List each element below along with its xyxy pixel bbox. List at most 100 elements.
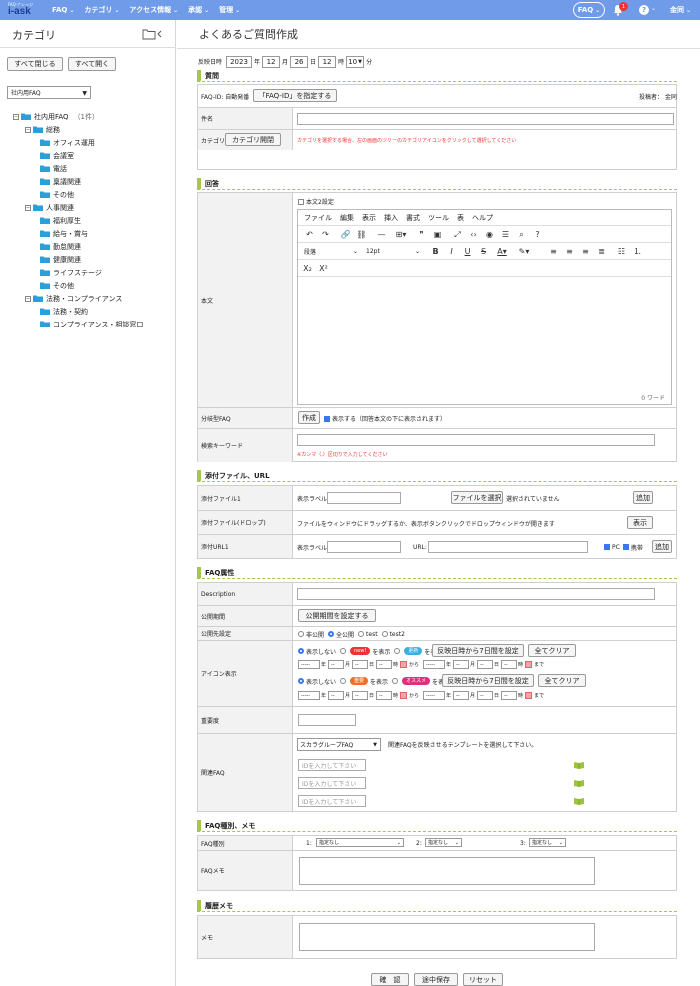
radio-test2[interactable] xyxy=(381,631,388,637)
date-part-select[interactable]: ----- xyxy=(298,691,320,700)
minute-select[interactable]: 10 ▼ xyxy=(346,55,365,68)
show-drop-button[interactable]: 表示 xyxy=(627,516,653,529)
menu-view[interactable]: 表示 xyxy=(362,213,376,223)
menu-tools[interactable]: ツール xyxy=(428,213,449,223)
related-id-input-2[interactable]: IDを入力して下さい xyxy=(298,777,366,789)
radio-test[interactable] xyxy=(358,631,365,637)
folder-icon[interactable] xyxy=(33,204,43,211)
tree-item[interactable]: その他 xyxy=(40,189,74,200)
subscript-icon[interactable]: X₂ xyxy=(302,263,313,274)
nav-faq[interactable]: FAQ ⌄ xyxy=(52,0,80,20)
calendar-icon[interactable] xyxy=(525,661,532,668)
nav-admin[interactable]: 管理 ⌄ xyxy=(219,0,246,20)
date-part-select[interactable]: -- xyxy=(501,691,517,700)
icon1-hide-radio[interactable] xyxy=(298,648,304,654)
icon2-important-radio[interactable] xyxy=(340,678,347,684)
highlight-icon[interactable]: ✎▾ xyxy=(516,246,532,257)
folder-icon[interactable] xyxy=(40,191,50,198)
icon2-recommend-radio[interactable] xyxy=(392,678,399,684)
icon1-new-radio[interactable] xyxy=(340,648,347,654)
tree-item[interactable]: ライフステージ xyxy=(40,267,102,278)
folder-icon[interactable] xyxy=(40,321,50,327)
pc-checkbox[interactable] xyxy=(604,544,610,550)
set-period-button[interactable]: 公開期間を設定する xyxy=(298,609,376,622)
folder-icon[interactable] xyxy=(40,243,50,250)
specify-faqid-button[interactable]: 「FAQ-ID」を指定する xyxy=(253,89,337,102)
folder-icon[interactable] xyxy=(40,269,50,276)
tree-item[interactable]: 稟議関連 xyxy=(40,176,81,187)
confirm-button[interactable]: 確 認 xyxy=(371,973,409,986)
clear-all-button-2[interactable]: 全てクリア xyxy=(538,674,586,687)
radio-public[interactable] xyxy=(328,631,335,637)
calendar-icon[interactable] xyxy=(400,692,407,699)
align-justify-icon[interactable]: ≣ xyxy=(596,246,607,257)
date-part-select[interactable]: -- xyxy=(376,660,392,669)
body2-checkbox[interactable] xyxy=(298,198,304,205)
undo-icon[interactable]: ↶ xyxy=(304,229,315,240)
align-center-icon[interactable]: ≡ xyxy=(564,246,575,257)
code-icon[interactable]: ‹› xyxy=(468,229,479,240)
tree-item[interactable]: 電話 xyxy=(40,163,67,174)
tree-item[interactable]: 会議室 xyxy=(40,150,74,161)
tree-item[interactable]: 健康関連 xyxy=(40,254,81,265)
nav-access[interactable]: アクセス情報 ⌄ xyxy=(129,0,184,20)
date-part-select[interactable]: -- xyxy=(376,691,392,700)
date-part-select[interactable]: -- xyxy=(453,660,469,669)
branch-display-checkbox[interactable] xyxy=(324,415,330,422)
book-icon[interactable] xyxy=(574,779,584,787)
blockquote-icon[interactable]: ❞ xyxy=(416,229,427,240)
tree-item[interactable]: 勤怠関連 xyxy=(40,241,81,252)
date-part-select[interactable]: -- xyxy=(477,691,493,700)
underline-icon[interactable]: U xyxy=(462,246,473,257)
icon1-updated-radio[interactable] xyxy=(394,648,401,654)
horizontal-rule-icon[interactable]: — xyxy=(376,229,387,240)
link-icon[interactable]: 🔗 xyxy=(340,229,351,240)
nav-approval[interactable]: 承認 ⌄ xyxy=(188,0,215,20)
folder-icon[interactable] xyxy=(40,139,50,146)
file1-label-input[interactable] xyxy=(327,492,401,504)
user-menu[interactable]: 金同 ⌄ xyxy=(670,5,691,15)
tree-item[interactable]: 給与・賞与 xyxy=(40,228,88,239)
url1-label-input[interactable] xyxy=(327,541,401,553)
tree-item[interactable]: 福利厚生 xyxy=(40,215,81,226)
tree-item[interactable]: オフィス運用 xyxy=(40,137,95,148)
folder-icon[interactable] xyxy=(40,256,50,263)
kind3-select[interactable]: 指定なし ⌄ xyxy=(529,838,566,847)
date-part-select[interactable]: ----- xyxy=(423,691,445,700)
table-icon[interactable]: ⊞▾ xyxy=(392,229,410,240)
bold-icon[interactable]: B xyxy=(430,246,441,257)
menu-table[interactable]: 表 xyxy=(457,213,464,223)
faq-select[interactable]: 社内用FAQ ▼ xyxy=(7,86,91,99)
month-input[interactable]: 12 xyxy=(262,55,281,68)
menu-format[interactable]: 書式 xyxy=(406,213,420,223)
related-id-input-3[interactable]: IDを入力して下さい xyxy=(298,795,366,807)
choose-file-button[interactable]: ファイルを選択 xyxy=(451,491,503,504)
align-right-icon[interactable]: ≡ xyxy=(580,246,591,257)
redo-icon[interactable]: ↷ xyxy=(320,229,331,240)
bullet-list-icon[interactable]: ☷ xyxy=(616,246,627,257)
priority-input[interactable] xyxy=(298,714,356,726)
date-part-select[interactable]: -- xyxy=(328,691,344,700)
collapse-toggle-icon[interactable]: − xyxy=(25,204,31,211)
collapse-toggle-icon[interactable]: − xyxy=(13,113,19,120)
date-part-select[interactable]: -- xyxy=(501,660,517,669)
related-template-select[interactable]: スカラグループFAQ ▼ xyxy=(297,738,381,751)
strikethrough-icon[interactable]: S xyxy=(478,246,489,257)
category-toggle-button[interactable]: カテゴリ開閉 xyxy=(225,133,281,146)
folder-icon[interactable] xyxy=(40,152,50,159)
date-part-select[interactable]: ----- xyxy=(423,660,445,669)
icon2-hide-radio[interactable] xyxy=(298,678,304,684)
tree-item[interactable]: − 法務・コンプライアンス xyxy=(25,293,122,304)
menu-edit[interactable]: 編集 xyxy=(340,213,354,223)
image-icon[interactable]: ▣ xyxy=(432,229,443,240)
nav-category[interactable]: カテゴリ ⌄ xyxy=(84,0,125,20)
collapse-toggle-icon[interactable]: − xyxy=(25,295,31,302)
tree-item[interactable]: − 総務 xyxy=(25,124,60,135)
numbered-list-icon[interactable]: ⒈ xyxy=(632,246,643,257)
collapse-all-button[interactable]: すべて閉じる xyxy=(7,57,63,71)
add-url-button[interactable]: 追加 xyxy=(652,540,672,553)
subject-input[interactable] xyxy=(297,113,674,125)
day-input[interactable]: 26 xyxy=(290,55,309,68)
kind1-select[interactable]: 指定なし ⌄ xyxy=(316,838,404,847)
tree-item[interactable]: 法務・契約 xyxy=(40,306,88,317)
